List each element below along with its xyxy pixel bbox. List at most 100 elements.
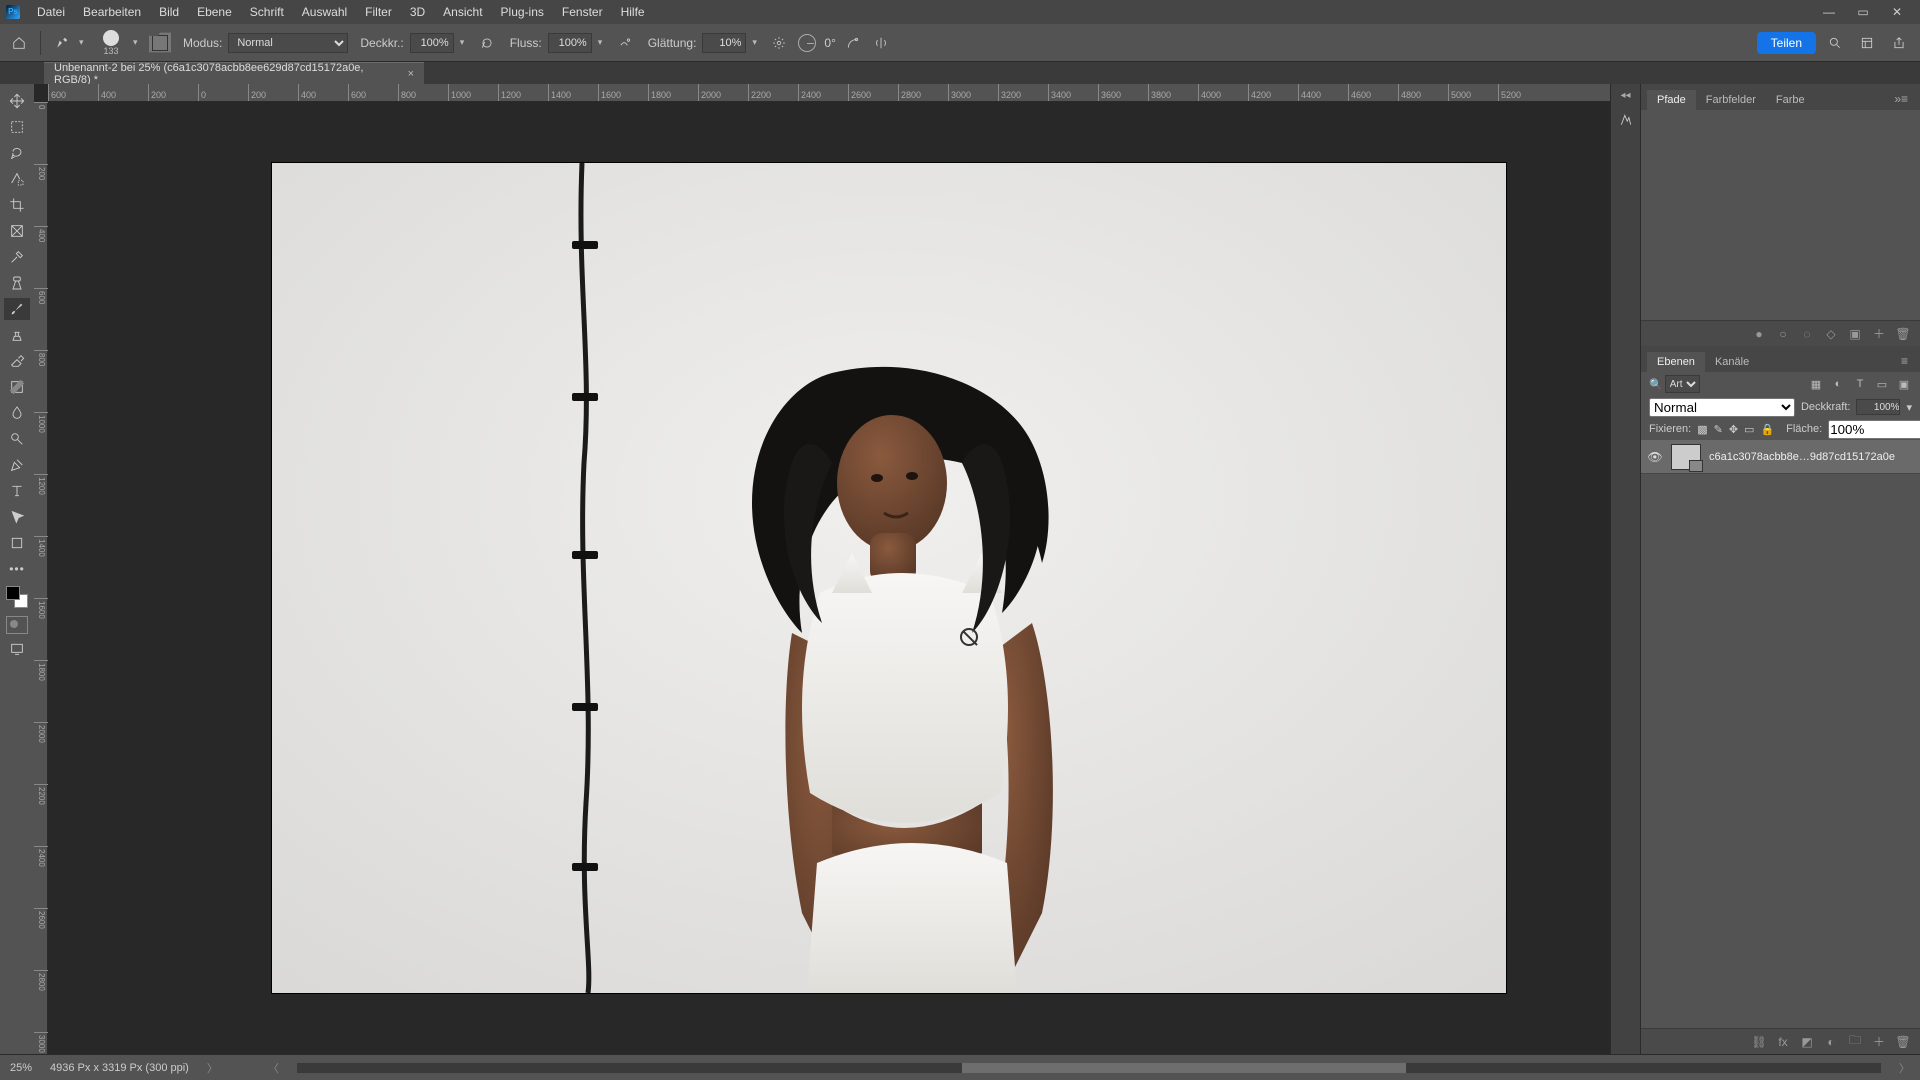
add-mask-icon[interactable]: ▣ [1848,327,1862,341]
document-tab[interactable]: Unbenannt-2 bei 25% (c6a1c3078acbb8ee629… [44,62,424,84]
color-swatch[interactable] [6,586,28,608]
selection-from-path-icon[interactable]: ◌ [1800,327,1814,341]
brush-panel-toggle[interactable] [149,32,171,54]
filter-type-icon[interactable]: T [1852,376,1868,392]
document-canvas[interactable] [272,163,1506,993]
eraser-tool[interactable] [4,350,30,372]
layer-name-label[interactable]: c6a1c3078acbb8e…9d87cd15172a0e [1709,451,1914,463]
window-restore-button[interactable]: ▭ [1846,2,1880,22]
blur-tool[interactable] [4,402,30,424]
layer-fill-input[interactable] [1828,420,1920,439]
window-minimize-button[interactable]: ― [1812,2,1846,22]
scroll-right-icon[interactable]: 〉 [1899,1060,1910,1076]
flow-dropdown-icon[interactable]: ▾ [598,37,608,48]
screen-mode-toggle[interactable] [4,638,30,660]
filter-smart-icon[interactable]: ▣ [1896,376,1912,392]
document-info[interactable]: 4936 Px x 3319 Px (300 ppi) [50,1062,189,1074]
path-select-tool[interactable] [4,506,30,528]
tab-kanaele[interactable]: Kanäle [1705,352,1759,372]
menu-datei[interactable]: Datei [28,5,74,19]
smoothing-dropdown-icon[interactable]: ▾ [752,37,762,48]
trash-icon[interactable]: 🗑 [1896,1035,1910,1049]
fill-path-icon[interactable]: ● [1752,327,1766,341]
layers-panel-menu-icon[interactable]: ≡ [1895,350,1914,372]
lock-all-icon[interactable]: 🔒 [1760,423,1774,436]
flow-input[interactable] [548,33,592,53]
menu-hilfe[interactable]: Hilfe [612,5,654,19]
pen-tool[interactable] [4,454,30,476]
quick-mask-toggle[interactable] [6,616,28,634]
angle-control[interactable] [796,32,818,54]
link-layers-icon[interactable]: ⛓ [1752,1035,1766,1049]
brush-picker-dropdown-icon[interactable]: ▾ [133,37,143,48]
foreground-color[interactable] [6,586,20,600]
gradient-tool[interactable] [4,376,30,398]
home-button[interactable] [8,32,30,54]
airbrush-toggle[interactable] [614,32,636,54]
healing-tool[interactable] [4,272,30,294]
workspace-switcher[interactable] [1854,30,1880,56]
vertical-ruler[interactable]: 0200400600800100012001400160018002000220… [34,102,48,1054]
layer-mask-icon[interactable]: ◩ [1800,1035,1814,1049]
menu-schrift[interactable]: Schrift [241,5,293,19]
horizontal-ruler[interactable]: 6004002000200400600800100012001400160018… [48,84,1610,102]
new-layer-icon[interactable]: ＋ [1872,1035,1886,1049]
expand-panels-icon[interactable]: ◂◂ [1620,90,1630,101]
symmetry-toggle[interactable] [870,32,892,54]
tab-farbe[interactable]: Farbe [1766,90,1815,110]
smoothing-options-button[interactable] [768,32,790,54]
size-pressure-toggle[interactable] [842,32,864,54]
clone-stamp-tool[interactable] [4,324,30,346]
doc-info-menu-icon[interactable]: 〉 [207,1060,218,1076]
lock-position-icon[interactable]: ✥ [1729,423,1738,436]
menu-auswahl[interactable]: Auswahl [293,5,356,19]
share-button[interactable]: Teilen [1757,32,1816,54]
new-path-icon[interactable]: ＋ [1872,327,1886,341]
tab-farbfelder[interactable]: Farbfelder [1696,90,1766,110]
layer-thumbnail[interactable] [1671,444,1701,470]
zoom-level[interactable]: 25% [10,1062,32,1074]
layer-group-icon[interactable]: 🗀 [1848,1035,1862,1049]
opacity-pressure-toggle[interactable] [476,32,498,54]
layer-item[interactable]: 👁 c6a1c3078acbb8e…9d87cd15172a0e [1641,440,1920,474]
layer-filter-kind-select[interactable]: Art [1665,375,1700,393]
smoothing-input[interactable] [702,33,746,53]
paths-panel-body[interactable] [1641,110,1920,320]
opacity-input[interactable] [410,33,454,53]
stroke-path-icon[interactable]: ○ [1776,327,1790,341]
menu-ansicht[interactable]: Ansicht [434,5,491,19]
blend-mode-select[interactable]: Normal [228,33,348,53]
delete-path-icon[interactable]: 🗑 [1896,327,1910,341]
type-tool[interactable] [4,480,30,502]
tool-preset-dropdown-icon[interactable]: ▾ [79,37,89,48]
horizontal-scrollbar[interactable] [297,1063,1881,1073]
lock-artboard-icon[interactable]: ▭ [1744,423,1754,436]
edit-toolbar[interactable] [4,584,30,606]
quick-select-tool[interactable] [4,168,30,190]
scroll-left-icon[interactable]: 〈 [268,1060,279,1076]
close-tab-icon[interactable]: × [408,68,414,80]
canvas-viewport[interactable] [48,102,1610,1054]
brush-tool[interactable] [4,298,30,320]
more-tools[interactable]: ••• [4,558,30,580]
lasso-tool[interactable] [4,142,30,164]
history-panel-icon[interactable] [1615,109,1637,131]
menu-fenster[interactable]: Fenster [553,5,612,19]
menu-filter[interactable]: Filter [356,5,401,19]
menu-bild[interactable]: Bild [150,5,188,19]
layer-opacity-dropdown-icon[interactable]: ▾ [1906,401,1912,414]
shape-tool[interactable] [4,532,30,554]
tool-preset-picker[interactable] [51,32,73,54]
layer-list[interactable]: 👁 c6a1c3078acbb8e…9d87cd15172a0e [1641,440,1920,1028]
layer-style-icon[interactable]: fx [1776,1035,1790,1049]
window-close-button[interactable]: ✕ [1880,2,1914,22]
filter-shape-icon[interactable]: ▭ [1874,376,1890,392]
move-tool[interactable] [4,90,30,112]
dodge-tool[interactable] [4,428,30,450]
eyedropper-tool[interactable] [4,246,30,268]
menu-3d[interactable]: 3D [401,5,434,19]
adjustment-layer-icon[interactable]: ◐ [1824,1035,1838,1049]
tab-ebenen[interactable]: Ebenen [1647,352,1705,372]
marquee-tool[interactable] [4,116,30,138]
scrollbar-thumb[interactable] [962,1063,1406,1073]
